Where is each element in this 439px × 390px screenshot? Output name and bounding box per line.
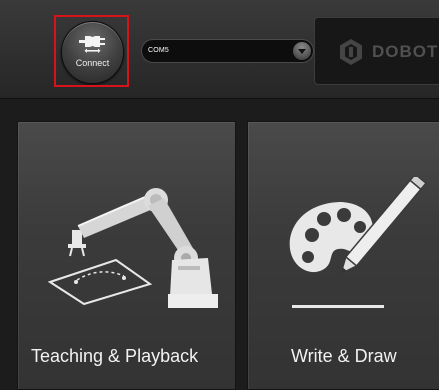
port-select[interactable]: COM5	[141, 39, 314, 63]
brand-panel: DOBOT	[314, 17, 439, 85]
robot-arm-icon	[47, 188, 218, 308]
toolbar: Connect COM5 DOBOT	[0, 0, 439, 99]
mode-label: Write & Draw	[291, 346, 397, 366]
mode-tile-write-draw[interactable]: Write & Draw	[247, 121, 439, 390]
connect-highlight-box	[54, 15, 129, 87]
mode-label: Teaching & Playback	[31, 346, 199, 366]
dobot-logo-icon	[340, 39, 362, 65]
mode-tile-teaching-playback[interactable]: Teaching & Playback	[17, 121, 236, 390]
chevron-down-icon[interactable]	[293, 42, 311, 60]
palette-pencil-icon	[289, 177, 428, 308]
brand-logo-text: DOBOT	[372, 42, 439, 61]
port-select-value: COM5	[148, 47, 170, 54]
